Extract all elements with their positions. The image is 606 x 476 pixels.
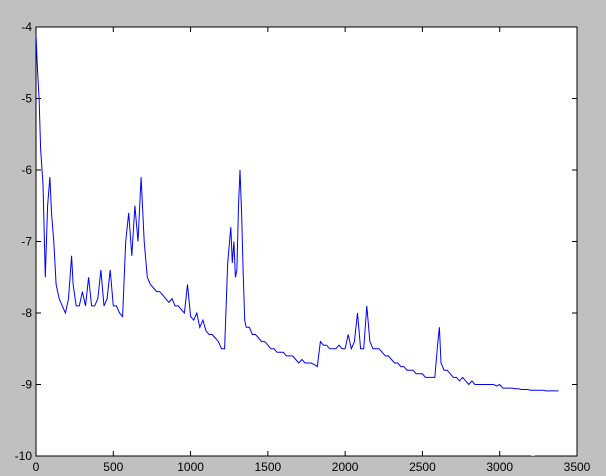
x-tick-label: 1500 <box>255 460 282 474</box>
y-tick-label: -9 <box>21 378 32 392</box>
x-tick-label: 500 <box>103 460 123 474</box>
y-tick-label: -5 <box>21 92 32 106</box>
x-tick-label: 3500 <box>564 460 591 474</box>
y-tick-label: -4 <box>21 20 32 34</box>
y-tick-label: -8 <box>21 306 32 320</box>
y-tick-label: -7 <box>21 235 32 249</box>
x-tick-label: 1000 <box>177 460 204 474</box>
chart-figure: 0 500 1000 1500 2000 2500 3000 3500 -4 -5 -6 -7 -8 -… <box>0 0 606 476</box>
x-tick-label: 3000 <box>486 460 513 474</box>
x-tick-label: 2000 <box>332 460 359 474</box>
y-tick-label: -10 <box>15 449 33 463</box>
x-tick-label: 0 <box>33 460 40 474</box>
x-tick-label: 2500 <box>409 460 436 474</box>
y-tick-label: -6 <box>21 163 32 177</box>
watermark-text: 量子位 <box>541 440 577 455</box>
plot-area <box>35 26 578 457</box>
